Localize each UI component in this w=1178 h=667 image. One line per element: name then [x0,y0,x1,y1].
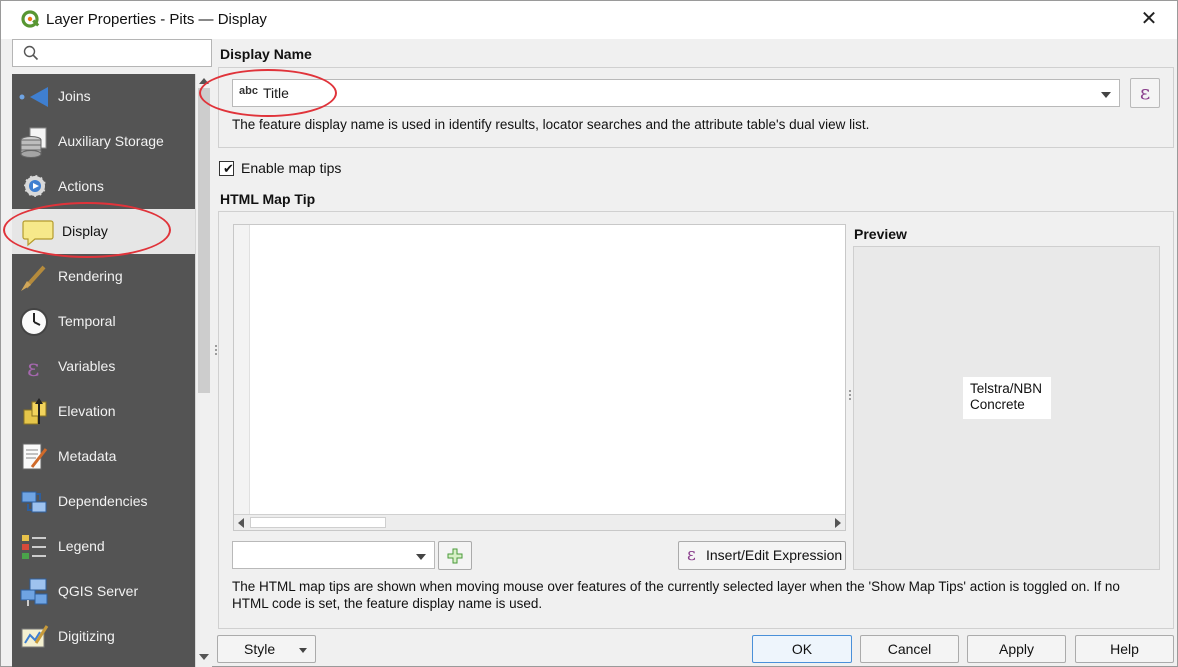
map-tip-hint-line2: HTML code is set, the feature display na… [232,596,543,611]
sidebar-item-label: Rendering [58,268,123,284]
html-editor[interactable] [233,224,846,531]
ok-button[interactable]: OK [752,635,852,663]
sidebar-item-label: Actions [58,178,104,194]
sidebar-item-label: Variables [58,358,116,374]
cancel-button[interactable]: Cancel [860,635,959,663]
digitizing-icon [21,625,49,648]
preview-line: Telstra/NBN [970,381,1043,396]
sidebar-item-rendering[interactable]: Rendering [12,254,195,299]
scroll-left-icon[interactable] [238,518,244,528]
preview-line: Concrete [970,397,1025,412]
sidebar-item-label: Digitizing [58,628,115,644]
editor-line-gutter [234,225,250,515]
window-title: Layer Properties - Pits — Display [46,11,267,28]
insert-edit-expression-label: Insert/Edit Expression [706,547,843,563]
layer-properties-dialog: Layer Properties - Pits — Display ✕ Join… [0,0,1178,667]
chevron-down-icon[interactable] [416,554,426,560]
display-name-heading: Display Name [220,46,312,62]
plus-icon [447,548,463,564]
sidebar-item-joins[interactable]: Joins [12,74,195,119]
sidebar: Joins Auxiliary Storage Actions Display … [12,74,195,667]
sidebar-item-elevation[interactable]: Elevation [12,389,195,434]
scrollbar-thumb[interactable] [250,517,386,528]
apply-button[interactable]: Apply [967,635,1066,663]
search-icon [23,45,39,61]
rendering-icon [21,265,46,291]
display-name-combo[interactable]: abc Title [232,79,1120,107]
sidebar-item-label: Dependencies [58,493,148,509]
scroll-right-icon[interactable] [835,518,841,528]
sidebar-item-display[interactable]: Display [12,209,195,254]
scroll-up-icon[interactable] [199,78,209,84]
expression-icon: ε [687,545,696,565]
dependencies-icon [21,491,47,513]
display-name-expression-button[interactable]: ε [1130,78,1160,108]
svg-text:ε: ε [27,354,39,382]
elevation-icon [23,398,47,425]
sidebar-item-label: Elevation [58,403,116,419]
style-label: Style [244,641,276,657]
sidebar-item-label: QGIS Server [58,583,139,599]
metadata-icon [22,443,48,470]
display-name-value: Title [263,85,289,101]
joins-icon [19,87,48,107]
splitter-handle [215,353,217,355]
actions-icon [23,174,47,198]
style-menu-button[interactable]: Style [217,635,316,663]
help-button[interactable]: Help [1075,635,1174,663]
search-input[interactable] [45,44,205,62]
temporal-icon [20,308,48,336]
map-tip-hint-line1: The HTML map tips are shown when moving … [232,579,1120,594]
splitter-handle [215,345,217,347]
preview-panel: Telstra/NBN Concrete [853,246,1160,570]
preview-heading: Preview [854,226,907,242]
preview-tooltip: Telstra/NBN Concrete [963,377,1051,419]
insert-field-button[interactable] [438,541,472,570]
sidebar-item-digitizing[interactable]: Digitizing [12,614,195,659]
sidebar-item-label: Joins [58,88,91,104]
enable-map-tips-checkbox[interactable]: ✔ [219,161,234,176]
splitter-handle [849,394,851,396]
string-field-icon: abc [239,85,258,97]
chevron-down-icon[interactable] [1101,92,1111,98]
sidebar-item-dependencies[interactable]: Dependencies [12,479,195,524]
sidebar-item-metadata[interactable]: Metadata [12,434,195,479]
enable-map-tips-label: Enable map tips [241,160,342,176]
checkmark-icon: ✔ [223,161,234,176]
sidebar-item-label: Display [62,223,108,239]
title-bar: Layer Properties - Pits — Display ✕ [1,1,1177,39]
editor-horizontal-scrollbar[interactable] [234,514,845,530]
auxiliary-storage-icon [20,127,47,158]
splitter-handle [849,390,851,392]
scroll-down-icon[interactable] [199,654,209,660]
variables-icon: ε [27,354,39,382]
display-icon [22,220,54,247]
qgis-logo-icon [21,10,40,28]
splitter-handle [849,398,851,400]
field-selector-combo[interactable] [232,541,435,569]
search-field[interactable] [12,39,212,67]
sidebar-item-label: Metadata [58,448,117,464]
sidebar-item-qgis-server[interactable]: QGIS Server [12,569,195,614]
sidebar-item-label: Legend [58,538,105,554]
html-map-tip-heading: HTML Map Tip [220,191,316,207]
chevron-down-icon [299,648,307,653]
sidebar-item-label: Temporal [58,313,116,329]
splitter-handle [215,349,217,351]
qgis-server-icon [20,578,48,606]
close-icon[interactable]: ✕ [1139,9,1159,29]
sidebar-item-temporal[interactable]: Temporal [12,299,195,344]
sidebar-scrollbar[interactable] [195,74,212,667]
insert-edit-expression-button[interactable]: ε Insert/Edit Expression [678,541,846,570]
sidebar-item-legend[interactable]: Legend [12,524,195,569]
sidebar-item-auxiliary-storage[interactable]: Auxiliary Storage [12,119,195,164]
display-name-hint: The feature display name is used in iden… [232,117,870,132]
sidebar-item-variables[interactable]: ε Variables [12,344,195,389]
sidebar-item-actions[interactable]: Actions [12,164,195,209]
scrollbar-thumb[interactable] [198,88,210,393]
legend-icon [22,535,46,559]
sidebar-item-label: Auxiliary Storage [58,133,164,149]
